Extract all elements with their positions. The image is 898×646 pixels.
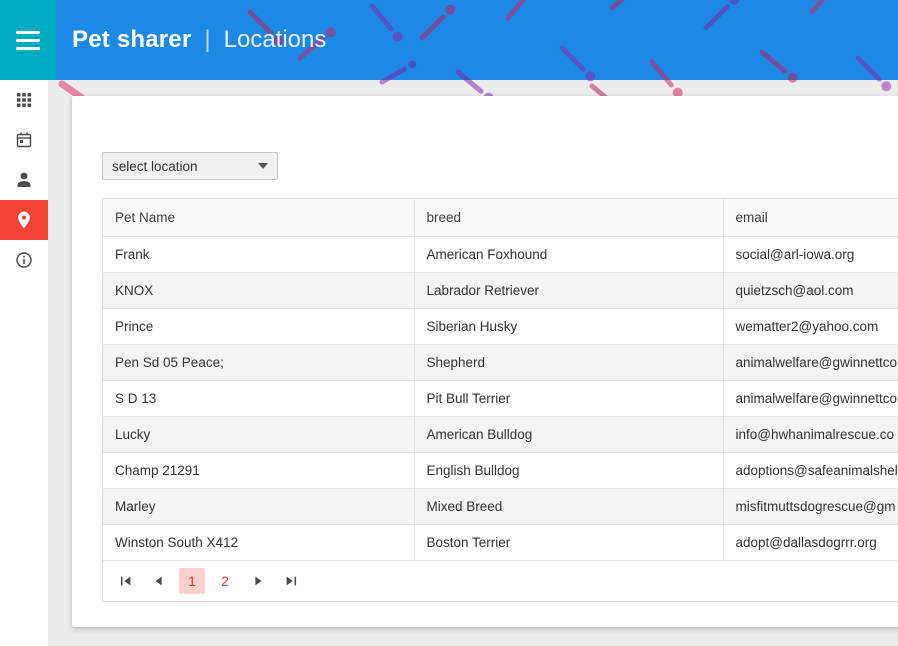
cell-breed: American Bulldog: [413, 415, 724, 453]
info-icon: [16, 252, 32, 268]
cell-breed: English Bulldog: [413, 451, 724, 489]
next-page-icon: [255, 576, 262, 586]
cell-pet-name: Marley: [102, 487, 415, 525]
cell-breed: Siberian Husky: [413, 307, 724, 345]
table-row: KNOX Labrador Retriever quietzsch@aol.co…: [102, 271, 898, 309]
table-row: Winston South X412 Boston Terrier adopt@…: [102, 523, 898, 561]
table-row: Prince Siberian Husky wematter2@yahoo.co…: [102, 307, 898, 345]
column-header-pet-name: Pet Name: [102, 198, 415, 237]
sidebar-item-people[interactable]: [0, 160, 48, 200]
app-title: Pet sharer: [72, 26, 192, 53]
sidebar-item-calendar[interactable]: [0, 120, 48, 160]
cell-pet-name: Champ 21291: [102, 451, 415, 489]
first-page-icon: [120, 576, 131, 586]
cell-pet-name: Frank: [102, 235, 415, 273]
cell-email: animalwelfare@gwinnettco: [722, 379, 898, 417]
first-page-button[interactable]: [113, 568, 139, 594]
column-header-email: email: [722, 198, 898, 237]
menu-button[interactable]: [0, 0, 56, 80]
table-row: Champ 21291 English Bulldog adoptions@sa…: [102, 451, 898, 489]
last-page-icon: [286, 576, 297, 586]
table-row: Frank American Foxhound social@arl-iowa.…: [102, 235, 898, 273]
last-page-button[interactable]: [278, 568, 304, 594]
page-button-1[interactable]: 1: [179, 568, 205, 594]
header-titles: Pet sharer | Locations: [72, 0, 326, 80]
cell-breed: Labrador Retriever: [413, 271, 724, 309]
table-row: S D 13 Pit Bull Terrier animalwelfare@gw…: [102, 379, 898, 417]
place-pin-icon: [18, 211, 30, 229]
cell-email: adoptions@safeanimalshel: [722, 451, 898, 489]
cell-breed: Shepherd: [413, 343, 724, 381]
cell-breed: Pit Bull Terrier: [413, 379, 724, 417]
location-select-value: select location: [112, 158, 198, 174]
chevron-down-icon: [258, 163, 268, 169]
prev-page-icon: [155, 576, 162, 586]
cell-pet-name: Pen Sd 05 Peace;: [102, 343, 415, 381]
table-row: Pen Sd 05 Peace; Shepherd animalwelfare@…: [102, 343, 898, 381]
sidebar-item-about[interactable]: [0, 240, 48, 280]
page-button-2[interactable]: 2: [212, 568, 238, 594]
cell-email: info@hwhanimalrescue.co: [722, 415, 898, 453]
cell-pet-name: Lucky: [102, 415, 415, 453]
cell-email: misfitmuttsdogrescue@gm: [722, 487, 898, 525]
sidebar-item-apps[interactable]: [0, 80, 48, 120]
cell-pet-name: S D 13: [102, 379, 415, 417]
prev-page-button[interactable]: [146, 568, 172, 594]
table-header-row: Pet Name breed email: [102, 198, 898, 237]
pets-table: Pet Name breed email Frank American Foxh…: [102, 198, 898, 561]
next-page-button[interactable]: [245, 568, 271, 594]
cell-pet-name: Winston South X412: [102, 523, 415, 561]
page-title: Locations: [223, 26, 327, 53]
pagination: 1 2: [103, 560, 898, 601]
cell-email: adopt@dallasdogrrr.org: [722, 523, 898, 561]
cell-breed: Mixed Breed: [413, 487, 724, 525]
location-select[interactable]: select location: [102, 152, 278, 180]
cell-pet-name: KNOX: [102, 271, 415, 309]
hamburger-icon: [16, 30, 40, 34]
cell-email: quietzsch@aol.com: [722, 271, 898, 309]
cell-email: animalwelfare@gwinnettco: [722, 343, 898, 381]
sidebar: [0, 80, 48, 646]
cell-breed: American Foxhound: [413, 235, 724, 273]
pets-grid: Pet Name breed email Frank American Foxh…: [102, 198, 898, 602]
sidebar-item-locations[interactable]: [0, 200, 48, 240]
cell-pet-name: Prince: [102, 307, 415, 345]
grid-icon: [16, 92, 32, 108]
cell-breed: Boston Terrier: [413, 523, 724, 561]
cell-email: wematter2@yahoo.com: [722, 307, 898, 345]
table-row: Lucky American Bulldog info@hwhanimalres…: [102, 415, 898, 453]
person-icon: [17, 172, 31, 187]
calendar-icon: [16, 132, 32, 148]
column-header-breed: breed: [413, 198, 724, 237]
content-card: select location Pet Name breed email Fra…: [72, 96, 898, 627]
title-separator: |: [204, 26, 211, 53]
table-row: Marley Mixed Breed misfitmuttsdogrescue@…: [102, 487, 898, 525]
cell-email: social@arl-iowa.org: [722, 235, 898, 273]
